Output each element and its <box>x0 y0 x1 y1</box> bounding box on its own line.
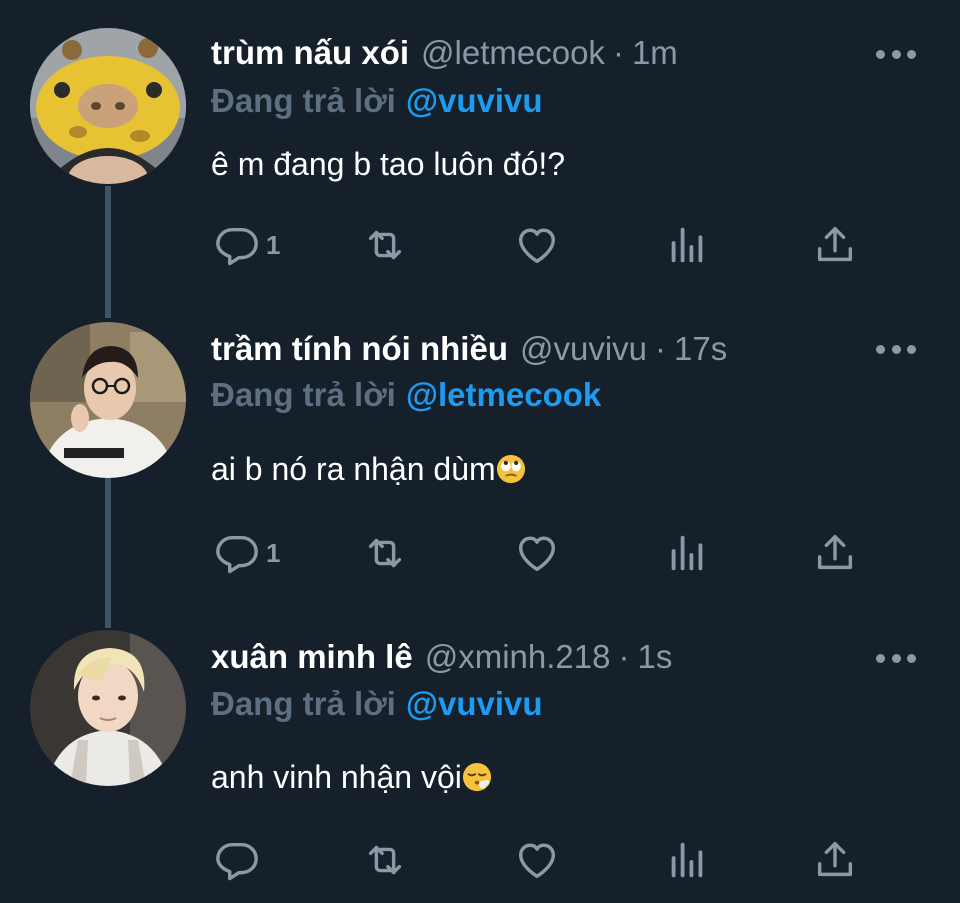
more-icon[interactable] <box>876 343 916 355</box>
timestamp[interactable]: 1m <box>632 32 678 74</box>
like-button[interactable] <box>514 835 560 885</box>
reply-button[interactable] <box>214 835 266 885</box>
reply-count: 1 <box>266 537 281 568</box>
user-handle[interactable]: @letmecook <box>421 32 605 74</box>
views-icon <box>671 227 703 263</box>
tweet[interactable]: xuân minh lê @xminh.218 · 1s Đang trả lờ… <box>0 610 960 903</box>
user-handle[interactable]: @xminh.218 <box>425 636 611 678</box>
tweet-text: ê m đang b tao luôn đó!? <box>211 143 565 185</box>
avatar-image <box>30 630 186 786</box>
face-with-rolling-eyes-icon <box>496 454 525 484</box>
heart-icon <box>518 228 556 264</box>
display-name[interactable]: xuân minh lê <box>211 636 413 678</box>
tweet-header: xuân minh lê @xminh.218 · 1s <box>211 636 672 678</box>
reply-button[interactable]: 1 <box>214 220 280 270</box>
share-button[interactable] <box>812 220 858 270</box>
avatar-image <box>30 28 186 184</box>
tweet-thread: trùm nấu xói @letmecook · 1m Đang trả lờ… <box>0 0 960 903</box>
replying-to: Đang trả lời @vuvivu <box>211 80 543 122</box>
avatar[interactable] <box>30 28 186 184</box>
tweet[interactable]: trùm nấu xói @letmecook · 1m Đang trả lờ… <box>0 0 960 300</box>
tweet-actions: 1 <box>0 220 960 270</box>
tweet-header: trầm tính nói nhiều @vuvivu · 17s <box>211 328 727 370</box>
replying-to-label: Đang trả lời <box>211 685 396 722</box>
more-icon[interactable] <box>876 48 916 60</box>
heart-icon <box>518 843 556 879</box>
separator-dot: · <box>655 330 667 367</box>
views-icon <box>671 842 703 878</box>
avatar[interactable] <box>30 630 186 786</box>
retweet-button[interactable] <box>362 220 408 270</box>
retweet-button[interactable] <box>362 528 408 578</box>
retweet-button[interactable] <box>362 835 408 885</box>
timestamp[interactable]: 17s <box>674 328 727 370</box>
tweet-actions: 1 <box>0 528 960 578</box>
user-handle[interactable]: @vuvivu <box>520 328 647 370</box>
views-button[interactable] <box>664 835 710 885</box>
retweet-icon <box>368 538 402 568</box>
share-button[interactable] <box>812 528 858 578</box>
avatar[interactable] <box>30 322 186 478</box>
views-button[interactable] <box>664 220 710 270</box>
tweet-actions <box>0 835 960 885</box>
reply-button[interactable]: 1 <box>214 528 280 578</box>
tweet-text-content: ai b nó ra nhận dùm <box>211 451 496 487</box>
share-icon <box>817 226 853 262</box>
replying-to-label: Đang trả lời <box>211 82 396 119</box>
more-icon[interactable] <box>876 652 916 664</box>
avatar-image <box>30 322 186 478</box>
tweet-header: trùm nấu xói @letmecook · 1m <box>211 32 678 74</box>
replying-to: Đang trả lời @letmecook <box>211 374 601 416</box>
retweet-icon <box>368 845 402 875</box>
timestamp[interactable]: 1s <box>637 636 672 678</box>
tweet-text: ai b nó ra nhận dùm <box>211 448 526 490</box>
tweet-text-content: ê m đang b tao luôn đó!? <box>211 146 566 182</box>
separator-dot: · <box>612 34 624 71</box>
reply-handle-link[interactable]: @vuvivu <box>406 685 543 722</box>
reply-handle-link[interactable]: @letmecook <box>406 376 601 413</box>
separator-dot: · <box>618 638 630 675</box>
reply-handle-link[interactable]: @vuvivu <box>406 82 543 119</box>
share-icon <box>817 841 853 877</box>
views-button[interactable] <box>664 528 710 578</box>
retweet-icon <box>368 230 402 260</box>
replying-to-label: Đang trả lời <box>211 376 396 413</box>
share-button[interactable] <box>812 835 858 885</box>
replying-to: Đang trả lời @vuvivu <box>211 683 543 725</box>
tweet-text: anh vinh nhận vội <box>211 756 492 798</box>
reply-icon <box>216 227 258 266</box>
like-button[interactable] <box>514 528 560 578</box>
tweet[interactable]: trầm tính nói nhiều @vuvivu · 17s Đang t… <box>0 300 960 610</box>
display-name[interactable]: trùm nấu xói <box>211 32 409 74</box>
reply-icon <box>216 842 258 881</box>
display-name[interactable]: trầm tính nói nhiều <box>211 328 508 370</box>
like-button[interactable] <box>514 220 560 270</box>
reply-icon <box>216 535 258 574</box>
tweet-text-content: anh vinh nhận vội <box>211 759 462 795</box>
heart-icon <box>518 536 556 572</box>
face-exhaling-icon <box>462 762 491 792</box>
reply-count: 1 <box>266 229 281 260</box>
share-icon <box>817 534 853 570</box>
views-icon <box>671 535 703 571</box>
